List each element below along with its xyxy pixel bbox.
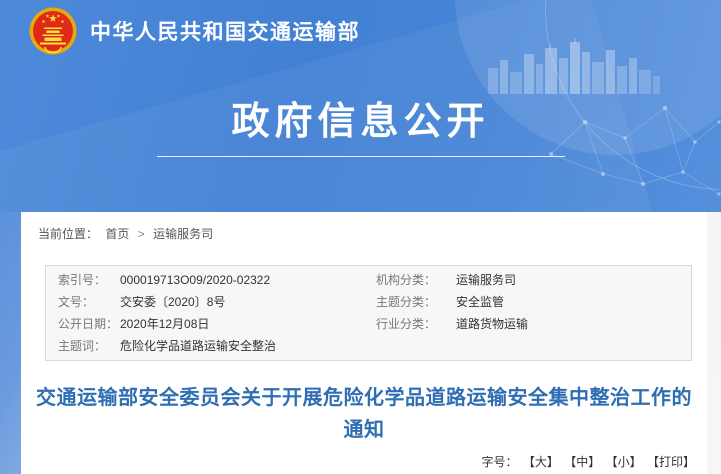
meta-label-doc-no: 文号： (58, 291, 120, 313)
breadcrumb-separator: > (138, 227, 145, 241)
document-meta-table: 索引号： 000019713O09/2020-02322 机构分类： 运输服务司… (45, 265, 692, 361)
meta-value-industry-category: 道路货物运输 (456, 313, 691, 335)
site-header: 中华人民共和国交通运输部 (29, 7, 360, 55)
font-size-toolbar: 字号： 【大】 【中】 【小】 【打印】 (21, 453, 695, 470)
article-title: 交通运输部安全委员会关于开展危险化学品道路运输安全集中整治工作的通知 (35, 382, 693, 446)
meta-value-topic-category: 安全监管 (456, 291, 691, 313)
font-size-label: 字号： (482, 455, 518, 469)
meta-value-index-no: 000019713O09/2020-02322 (120, 269, 376, 291)
banner-title-underline (157, 156, 565, 157)
font-size-small-button[interactable]: 【小】 (606, 455, 642, 469)
meta-label-index-no: 索引号： (58, 269, 120, 291)
site-name[interactable]: 中华人民共和国交通运输部 (90, 16, 360, 46)
meta-value-org-category: 运输服务司 (456, 269, 691, 291)
meta-empty-cell (456, 335, 691, 357)
font-size-medium-button[interactable]: 【中】 (564, 455, 600, 469)
breadcrumb-section-link[interactable]: 运输服务司 (153, 227, 213, 241)
breadcrumb-prefix: 当前位置： (38, 227, 98, 241)
meta-label-industry-category: 行业分类： (376, 313, 456, 335)
meta-label-topic-category: 主题分类： (376, 291, 456, 313)
meta-label-publish-date: 公开日期： (58, 313, 120, 335)
meta-empty-cell (376, 335, 456, 357)
meta-value-publish-date: 2020年12月08日 (120, 313, 376, 335)
breadcrumb: 当前位置： 首页 > 运输服务司 (21, 212, 707, 242)
font-size-large-button[interactable]: 【大】 (523, 455, 559, 469)
banner-page-title: 政府信息公开 (0, 90, 721, 145)
meta-value-keywords: 危险化学品道路运输安全整治 (120, 335, 376, 357)
print-button[interactable]: 【打印】 (647, 455, 695, 469)
meta-label-org-category: 机构分类： (376, 269, 456, 291)
breadcrumb-home-link[interactable]: 首页 (105, 227, 129, 241)
meta-label-keywords: 主题词： (58, 335, 120, 357)
national-emblem-icon[interactable] (29, 7, 77, 55)
top-banner: 中华人民共和国交通运输部 政府信息公开 (0, 0, 721, 212)
content-card: 当前位置： 首页 > 运输服务司 索引号： 000019713O09/2020-… (21, 212, 707, 474)
meta-value-doc-no: 交安委〔2020〕8号 (120, 291, 376, 313)
